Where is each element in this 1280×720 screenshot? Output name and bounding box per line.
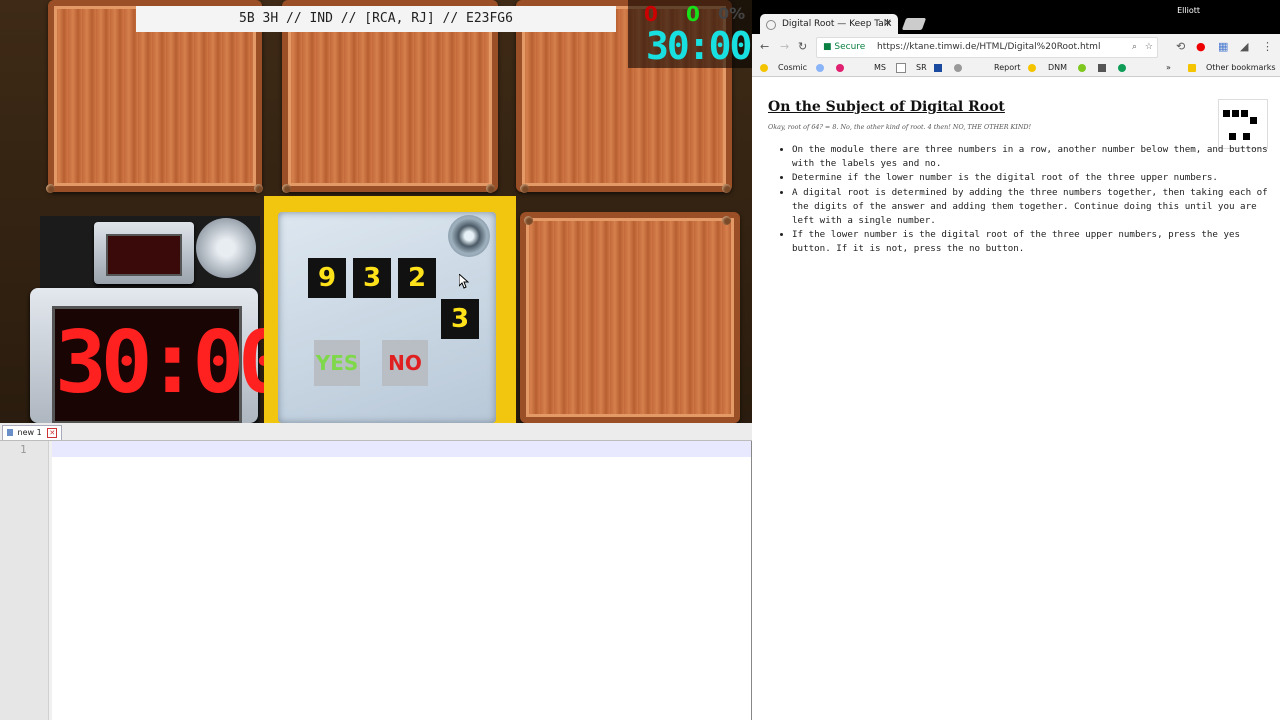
top-number-3: 2 — [398, 258, 436, 298]
menu-icon[interactable]: ⋮ — [1262, 40, 1273, 53]
bottom-number: 3 — [441, 299, 479, 339]
hud-overlay: 0 0 0% 30:00 — [628, 0, 752, 68]
history-icon[interactable]: ⟲ — [1176, 40, 1185, 53]
module-icon — [1218, 99, 1268, 149]
editor-text-area[interactable] — [52, 441, 751, 720]
bookmark-icon[interactable] — [1028, 62, 1039, 74]
bookmark-icon[interactable] — [896, 62, 909, 74]
other-bookmarks[interactable]: Other bookmarks — [1206, 62, 1276, 74]
list-item: Determine if the lower number is the dig… — [792, 171, 1272, 185]
instructions-list: On the module there are three numbers in… — [792, 143, 1272, 257]
page-favicon-icon — [766, 20, 776, 30]
bookmark-apps-icon[interactable] — [760, 62, 771, 74]
bolt — [722, 184, 731, 193]
bomb-timer: 30:00 — [30, 288, 290, 423]
strike-indicator — [94, 222, 194, 284]
bookmark-sr[interactable]: SR — [916, 62, 927, 74]
browser-titlebar: Digital Root — Keep Talk ✕ Elliott — [752, 0, 1280, 34]
bolt — [254, 184, 263, 193]
bookmark-report[interactable]: Report — [994, 62, 1021, 74]
bomb-info-bar: 5B 3H // IND // [RCA, RJ] // E23FG6 — [136, 6, 616, 32]
bookmarks-bar: Cosmic MS SR Report DNM » Other bookmark… — [752, 60, 1280, 77]
extension-icon[interactable]: ▦ — [1218, 40, 1228, 53]
bookmark-icon[interactable] — [836, 62, 847, 74]
bolt — [486, 184, 495, 193]
yes-button[interactable]: YES — [314, 340, 360, 386]
record-icon[interactable]: ● — [1196, 40, 1206, 53]
close-icon[interactable]: ✕ — [884, 14, 892, 34]
timer-digits: 30:00 — [55, 313, 290, 413]
lock-icon: ■ — [823, 42, 835, 52]
flavor-text: Okay, root of 64? = 8. No, the other kin… — [768, 123, 1032, 131]
speaker-grille — [196, 218, 256, 278]
editor-tab[interactable]: new 1 ✕ — [2, 425, 63, 440]
bookmark-icon[interactable] — [954, 62, 965, 74]
bookmark-ms[interactable]: MS — [874, 62, 886, 74]
browser-window: Digital Root — Keep Talk ✕ Elliott ← → ↻… — [752, 0, 1280, 720]
back-icon[interactable]: ← — [760, 40, 769, 53]
list-item: On the module there are three numbers in… — [792, 143, 1272, 171]
user-profile[interactable]: Elliott — [1177, 6, 1200, 15]
bookmark-icon[interactable] — [1098, 62, 1109, 74]
browser-toolbar: ← → ↻ ■ Secure https://ktane.timwi.de/HT… — [752, 34, 1280, 60]
reload-icon[interactable]: ↻ — [798, 40, 807, 53]
top-number-1: 9 — [308, 258, 346, 298]
bookmark-icon[interactable] — [1078, 62, 1089, 74]
editor-tab-label: new 1 — [17, 428, 42, 437]
hud-time: 30:00 — [646, 24, 752, 68]
text-editor: new 1 ✕ 1 — [0, 423, 752, 720]
bookmark-dnm[interactable]: DNM — [1048, 62, 1067, 74]
hud-percent: 0% — [718, 4, 746, 23]
browser-tab[interactable]: Digital Root — Keep Talk ✕ — [760, 14, 898, 34]
file-icon — [7, 429, 13, 436]
url-text: https://ktane.timwi.de/HTML/Digital%20Ro… — [877, 42, 1101, 52]
list-item: If the lower number is the digital root … — [792, 228, 1272, 256]
new-tab-button[interactable] — [901, 18, 927, 30]
top-number-2: 3 — [353, 258, 391, 298]
list-item: A digital root is determined by adding t… — [792, 186, 1272, 229]
bookmark-cosmic[interactable]: Cosmic — [778, 62, 807, 74]
no-button[interactable]: NO — [382, 340, 428, 386]
page-title: On the Subject of Digital Root — [768, 99, 1005, 115]
extension-icon[interactable]: ◢ — [1240, 40, 1248, 53]
editor-tab-bar: new 1 ✕ — [0, 423, 752, 441]
close-icon[interactable]: ✕ — [47, 427, 58, 438]
address-bar[interactable]: ■ Secure https://ktane.timwi.de/HTML/Dig… — [816, 37, 1158, 58]
bolt — [722, 216, 731, 225]
search-icon[interactable]: ⌕ — [1132, 38, 1137, 57]
bolt — [282, 184, 291, 193]
bolt — [524, 216, 533, 225]
hud-solved: 0 — [686, 2, 700, 26]
star-icon[interactable]: ☆ — [1145, 38, 1153, 57]
timer-screen: 30:00 — [52, 306, 290, 423]
hud-strikes: 0 — [644, 2, 658, 26]
bomb-panel — [520, 212, 740, 423]
browser-tab-title: Digital Root — Keep Talk — [782, 19, 892, 29]
secure-label: ■ Secure — [823, 42, 866, 52]
bookmarks-overflow-button[interactable]: » — [1166, 62, 1171, 74]
bookmark-icon[interactable] — [934, 62, 945, 74]
manual-page: On the Subject of Digital Root Okay, roo… — [752, 77, 1280, 720]
folder-icon — [1188, 62, 1199, 74]
line-gutter: 1 — [0, 441, 49, 720]
bookmark-icon[interactable] — [816, 62, 827, 74]
mouse-cursor-icon — [459, 274, 469, 289]
line-number: 1 — [20, 443, 27, 456]
forward-icon[interactable]: → — [780, 40, 789, 53]
bolt — [46, 184, 55, 193]
game-viewport[interactable]: 5B 3H // IND // [RCA, RJ] // E23FG6 0 0 … — [0, 0, 752, 423]
bookmark-icon[interactable] — [1118, 62, 1129, 74]
bolt — [520, 184, 529, 193]
current-line-highlight — [52, 441, 751, 457]
module-status-light — [448, 215, 490, 257]
strike-display — [106, 234, 182, 276]
